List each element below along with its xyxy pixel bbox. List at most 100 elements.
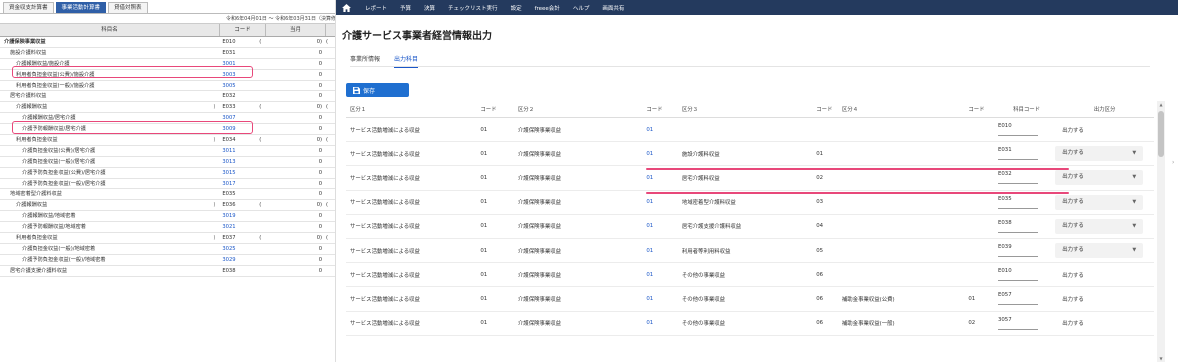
table-row[interactable]: 介護予防負担金収益(公費)/居宅介護 3015 0 xyxy=(0,168,335,179)
table-row[interactable]: 介護報酬収益/居宅介護 3007 0 xyxy=(0,113,335,125)
nav-screen-share[interactable]: 画面共有 xyxy=(602,4,624,12)
amount: 0 xyxy=(318,82,323,89)
account-code[interactable]: 3025 xyxy=(219,244,259,254)
nav-settlement[interactable]: 決算 xyxy=(424,4,435,12)
output-select[interactable]: 出力する ▼ xyxy=(1055,218,1144,234)
account-code-input[interactable]: E010 xyxy=(997,268,1038,282)
account-name: 介護報酬収益/地域密着 xyxy=(22,213,76,220)
table-scrollbar[interactable]: ▲ ▼ xyxy=(1157,101,1165,362)
account-code[interactable]: 3013 xyxy=(219,157,259,167)
nav-freee[interactable]: freee会計 xyxy=(535,4,560,12)
category-2: 介護保険事業収益 xyxy=(517,127,562,134)
nav-checklist[interactable]: チェックリスト実行 xyxy=(448,4,498,12)
account-name: 介護負担金収益(公費)/居宅介護 xyxy=(22,147,96,154)
end-bracket: ( xyxy=(326,235,329,242)
category-2-code: 01 xyxy=(646,271,654,278)
table-row[interactable]: 介護報酬収益) E033(0)( xyxy=(0,102,335,114)
table-row[interactable]: 介護負担金収益(公費)/居宅介護 3011 0 xyxy=(0,146,335,157)
chevron-right-icon: › xyxy=(1172,159,1175,166)
left-tab-fund[interactable]: 資金収支計算書 xyxy=(3,2,54,13)
table-row[interactable]: 介護報酬収益) E036(0)( xyxy=(0,200,335,212)
end-bracket xyxy=(325,70,335,80)
account-code[interactable]: 3019 xyxy=(219,211,259,221)
table-row[interactable]: 介護予防負担金収益(一般)/地域密着 3029 0 xyxy=(0,255,335,266)
table-row[interactable]: 介護負担金収益(一般)/地域密着 3025 0 xyxy=(0,244,335,255)
category-1-code: 01 xyxy=(480,320,488,327)
table-row: サービス活動増減による収益 01 介護保険事業収益 01 居宅介護支援介護料収益 04 E0… xyxy=(346,215,1154,239)
table-row: サービス活動増減による収益 01 介護保険事業収益 01 施設介護料収益 01 E031 出力… xyxy=(346,142,1154,167)
account-code-input[interactable]: E057 xyxy=(997,292,1038,306)
output-select[interactable]: 出力する ▼ xyxy=(1055,194,1144,210)
table-row[interactable]: 介護予防報酬収益/地域密着 3021 0 xyxy=(0,222,335,234)
category-2-code: 01 xyxy=(646,320,654,327)
account-code-input[interactable]: E010 xyxy=(997,123,1038,137)
nav-report[interactable]: レポート xyxy=(365,4,387,12)
left-tab-activity[interactable]: 事業活動計算書 xyxy=(55,2,107,13)
table-row[interactable]: 居宅介護支援介護料収益 E038 0 xyxy=(0,266,335,277)
account-name: 居宅介護料収益 xyxy=(10,93,47,100)
table-row[interactable]: 施設介護料収益 E031 0 xyxy=(0,48,335,59)
amount: 0) xyxy=(316,202,323,209)
account-code-input[interactable]: E035 xyxy=(997,196,1038,209)
col-k1: 区分１ xyxy=(350,107,367,113)
account-code[interactable]: 3005 xyxy=(219,81,259,91)
scroll-up-icon[interactable]: ▲ xyxy=(1157,101,1165,108)
table-row[interactable]: 介護負担金収益(一般)/居宅介護 3013 0 xyxy=(0,157,335,168)
account-code[interactable]: 3017 xyxy=(219,179,259,189)
table-row[interactable]: 利用者負担金収益) E034(0)( xyxy=(0,135,335,146)
amount: 0) xyxy=(316,104,323,111)
save-button[interactable]: 保存 xyxy=(346,83,409,97)
account-name: 介護報酬収益/居宅介護 xyxy=(22,115,76,122)
table-row: サービス活動増減による収益 01 介護保険事業収益 01 E010 出力する xyxy=(346,118,1154,143)
scroll-thumb[interactable] xyxy=(1158,111,1164,157)
category-1: サービス活動増減による収益 xyxy=(350,321,420,328)
amount: 0 xyxy=(318,49,323,56)
table-row[interactable]: 介護報酬収益/施設介護 3001 0 xyxy=(0,59,335,70)
table-row[interactable]: 介護報酬収益/地域密着 3019 0 xyxy=(0,211,335,223)
account-code[interactable]: 3007 xyxy=(219,113,259,123)
category-2: 介護保険事業収益 xyxy=(517,175,562,182)
category-3-code: 02 xyxy=(816,174,824,181)
table-row[interactable]: 利用者負担金収益) E037(0)( xyxy=(0,233,335,244)
account-code: E037 xyxy=(222,235,236,242)
table-row[interactable]: 利用者負担金収益(一般)/施設介護 3005 0 xyxy=(0,81,335,92)
left-tab-balance[interactable]: 貸借対照表 xyxy=(108,2,148,13)
category-3-code: 06 xyxy=(816,295,824,302)
nav-settings[interactable]: 設定 xyxy=(511,4,522,12)
table-row[interactable]: 介護保険事業収益 E010(0)( xyxy=(0,37,335,48)
account-name: 居宅介護支援介護料収益 xyxy=(10,267,68,274)
account-code-input[interactable]: 3057 xyxy=(997,317,1038,330)
table-row[interactable]: 利用者負担金収益(公費)/施設介護 3003 0 xyxy=(0,70,335,81)
account-code[interactable]: 3029 xyxy=(219,255,259,265)
home-icon[interactable] xyxy=(342,3,351,12)
table-row[interactable]: 居宅介護料収益 E032 0 xyxy=(0,91,335,103)
end-bracket xyxy=(325,168,335,178)
account-code-input[interactable]: E038 xyxy=(997,220,1038,233)
scroll-down-icon[interactable]: ▼ xyxy=(1157,355,1165,362)
output-select[interactable]: 出力する ▼ xyxy=(1055,170,1144,186)
output-select[interactable]: 出力する ▼ xyxy=(1055,243,1144,259)
account-code-input[interactable]: E039 xyxy=(997,244,1038,258)
table-row[interactable]: 地域密着型介護料収益 E035 0 xyxy=(0,189,335,201)
account-code[interactable]: 3011 xyxy=(219,146,259,156)
category-3: 居宅介護料収益 xyxy=(681,175,720,182)
row-mark xyxy=(209,168,219,178)
output-select[interactable]: 出力する ▼ xyxy=(1055,146,1144,162)
nav-help[interactable]: ヘルプ xyxy=(573,4,590,12)
account-code-input[interactable]: E032 xyxy=(997,171,1038,185)
account-code[interactable]: 3021 xyxy=(219,222,259,232)
end-bracket xyxy=(325,189,335,199)
account-code[interactable]: 3015 xyxy=(219,168,259,178)
category-2-code: 01 xyxy=(646,174,654,181)
amount: 0 xyxy=(318,245,323,252)
account-code[interactable]: 3003 xyxy=(219,70,259,80)
table-row[interactable]: 介護予防報酬収益/居宅介護 3009 0 xyxy=(0,124,335,136)
end-bracket xyxy=(325,222,335,232)
nav-budget[interactable]: 予算 xyxy=(400,4,411,12)
table-row[interactable]: 介護予防負担金収益(一般)/居宅介護 3017 0 xyxy=(0,179,335,190)
account-code-input[interactable]: E031 xyxy=(997,147,1038,161)
account-name: 地域密着型介護料収益 xyxy=(10,191,62,198)
account-code[interactable]: 3009 xyxy=(219,124,259,134)
end-bracket: ( xyxy=(326,202,329,209)
account-code[interactable]: 3001 xyxy=(219,59,259,69)
